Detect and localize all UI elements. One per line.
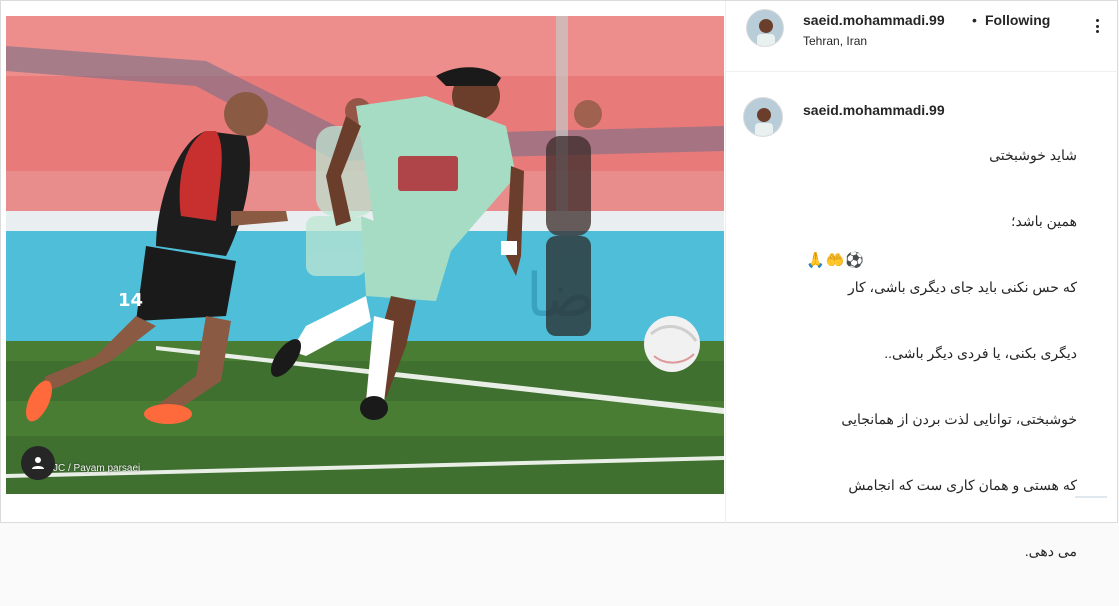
caption-emojis: 🙏🤲⚽ bbox=[806, 252, 866, 269]
caption-line: که حس نکنی باید جای دیگری باشی، کار bbox=[847, 279, 1077, 295]
caption-line: شاید خوشبختی bbox=[989, 147, 1077, 163]
post-photo[interactable]: ﺿﺎ 14 bbox=[6, 16, 724, 494]
author-username[interactable]: saeid.mohammadi.99 bbox=[803, 12, 945, 28]
header-separator: • bbox=[972, 12, 977, 28]
following-button[interactable]: Following bbox=[985, 12, 1050, 28]
post-location[interactable]: Tehran, Iran bbox=[803, 34, 867, 48]
caption-text: شاید خوشبختی همین باشد؛ که حس نکنی باید … bbox=[803, 100, 1077, 606]
caption-line: می دهی. bbox=[1024, 543, 1077, 559]
caption-line: خوشبختی، توانایی لذت بردن از همانجایی bbox=[841, 411, 1077, 427]
caption-line: دیگری بکنی، یا فردی دیگر باشی.. bbox=[884, 345, 1077, 361]
post-sidebar: saeid.mohammadi.99 • Following Tehran, I… bbox=[725, 1, 1119, 559]
author-avatar[interactable] bbox=[746, 9, 784, 47]
post-header: saeid.mohammadi.99 • Following Tehran, I… bbox=[726, 1, 1119, 72]
post-dialog: ﺿﺎ 14 bbox=[0, 0, 1119, 559]
caption-author-avatar[interactable] bbox=[743, 97, 783, 137]
avatar-image bbox=[744, 98, 782, 136]
person-icon bbox=[32, 457, 44, 469]
more-options-icon[interactable] bbox=[1090, 19, 1104, 33]
shirt-number: 14 bbox=[118, 290, 143, 311]
caption-line: همین باشد؛ bbox=[1011, 213, 1077, 229]
tagged-user-button[interactable] bbox=[21, 446, 55, 480]
avatar-image bbox=[747, 10, 783, 46]
caption-line: که هستی و همان کاری ست که انجامش bbox=[848, 477, 1077, 493]
football-photo: ﺿﺎ 14 bbox=[6, 16, 724, 494]
loading-indicator bbox=[1075, 496, 1107, 498]
photo-credit: JC / Payam parsaei bbox=[53, 463, 141, 474]
